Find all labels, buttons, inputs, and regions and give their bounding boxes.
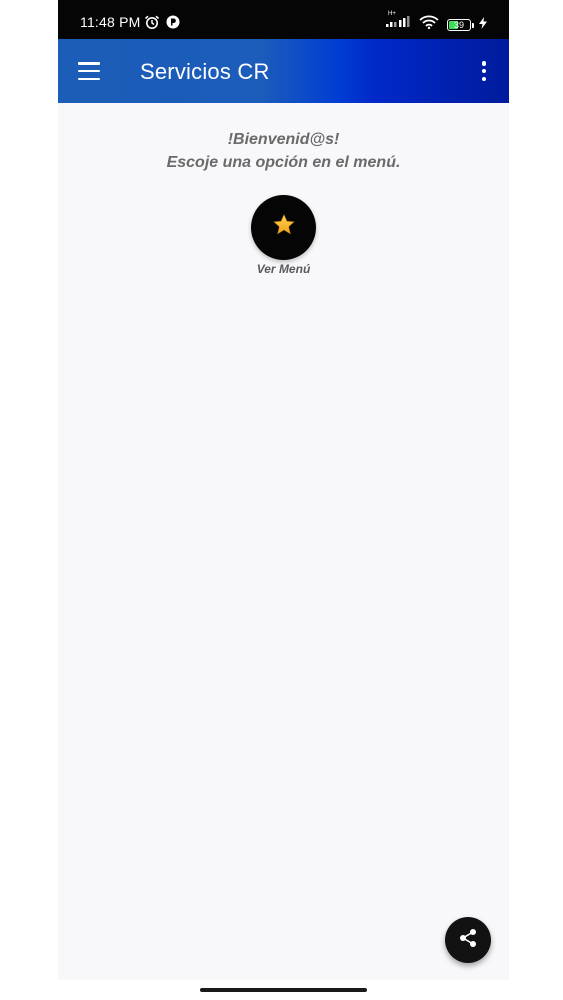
welcome-line-2: Escoje una opción en el menú. <box>166 154 401 171</box>
app-title: Servicios CR <box>140 59 270 84</box>
battery-cap <box>472 22 474 28</box>
welcome-line-1: !Bienvenid@s! <box>227 131 340 148</box>
app-bar: Servicios CR <box>58 39 509 103</box>
battery-level: 39 <box>453 19 464 30</box>
share-button[interactable] <box>445 917 491 963</box>
battery-icon: 39 <box>447 18 474 31</box>
signal-tag: H+ <box>388 11 396 17</box>
app-notification-icon <box>166 15 180 34</box>
alarm-icon <box>144 15 160 34</box>
ver-menu-label: Ver Menú <box>256 262 311 276</box>
share-icon <box>457 927 479 954</box>
ver-menu-button[interactable] <box>251 195 316 260</box>
star-icon <box>272 213 296 242</box>
welcome-message: !Bienvenid@s! Escoje una opción en el me… <box>58 128 509 174</box>
charging-icon <box>479 16 487 34</box>
status-right-icons: H+ 39 <box>385 11 487 34</box>
more-vert-icon[interactable] <box>479 59 489 83</box>
status-left-icons <box>144 15 180 34</box>
signal-icon: H+ <box>385 11 411 34</box>
status-bar: 11:48 PM H+ 39 <box>58 0 509 39</box>
wifi-icon <box>419 15 439 34</box>
app-screen: 11:48 PM H+ 39 Servicios CR !Bienvenid@s… <box>58 0 509 980</box>
home-indicator[interactable] <box>200 988 367 992</box>
hamburger-menu-icon[interactable] <box>78 59 102 83</box>
status-time: 11:48 PM <box>80 14 141 30</box>
